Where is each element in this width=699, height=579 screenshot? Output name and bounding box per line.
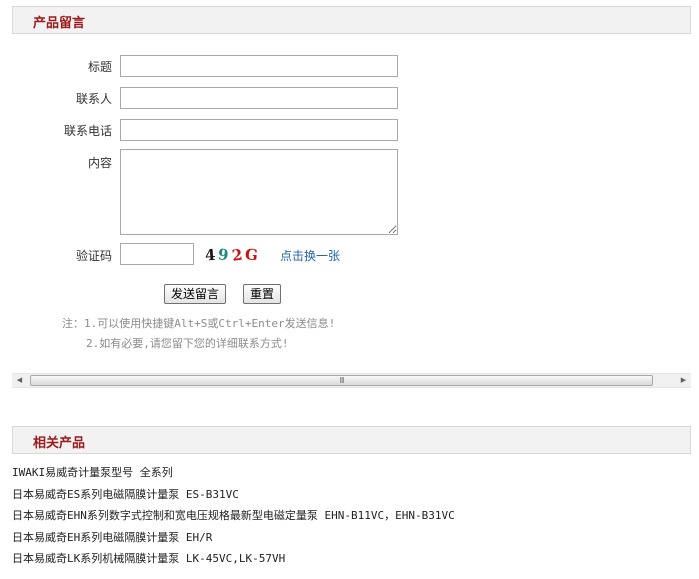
- phone-input[interactable]: [120, 119, 398, 141]
- subject-label: 标题: [87, 60, 112, 74]
- scrollbar-thumb[interactable]: III: [30, 375, 653, 386]
- content-textarea[interactable]: [120, 149, 398, 235]
- related-product-item[interactable]: 日本易威奇LK系列机械隔膜计量泵 LK-45VC,LK-57VH: [12, 548, 455, 570]
- related-product-item[interactable]: 日本易威奇EH系列电磁隔膜计量泵 EH/R: [12, 527, 455, 549]
- captcha-char: G: [244, 245, 262, 265]
- shortcut-note: 注：1.可以使用快捷键Alt+S或Ctrl+Enter发送信息!: [62, 317, 336, 330]
- message-panel-header: 产品留言: [12, 6, 691, 34]
- subject-input[interactable]: [120, 55, 398, 77]
- captcha-label: 验证码: [75, 249, 112, 263]
- contact-label: 联系人: [75, 92, 112, 106]
- related-product-list: IWAKI易威奇计量泵型号 全系列 日本易威奇ES系列电磁隔膜计量泵 ES-B3…: [12, 462, 455, 570]
- related-panel-title: 相关产品: [33, 436, 86, 451]
- related-product-item[interactable]: IWAKI易威奇计量泵型号 全系列: [12, 462, 455, 484]
- submit-message-button[interactable]: 发送留言: [164, 284, 227, 304]
- reset-button[interactable]: 重置: [243, 284, 282, 304]
- related-product-item[interactable]: 日本易威奇EHN系列数字式控制和宽电压规格最新型电磁定量泵 EHN-B11VC，…: [12, 505, 455, 527]
- scrollbar-grip-icon: III: [339, 376, 344, 385]
- captcha-input[interactable]: [120, 243, 194, 265]
- phone-label: 联系电话: [63, 124, 112, 138]
- scroll-left-icon[interactable]: ◀: [12, 374, 27, 387]
- content-label: 内容: [87, 156, 112, 170]
- contact-input[interactable]: [120, 87, 398, 109]
- captcha-refresh-link[interactable]: 点击换一张: [280, 247, 340, 264]
- contact-note: 2.如有必要,请您留下您的详细联系方式!: [86, 337, 289, 350]
- scroll-right-icon[interactable]: ▶: [676, 374, 691, 387]
- related-product-item[interactable]: 日本易威奇ES系列电磁隔膜计量泵 ES-B31VC: [12, 484, 455, 506]
- message-panel-title: 产品留言: [33, 16, 86, 31]
- captcha-image[interactable]: 492G: [204, 245, 262, 265]
- related-panel-header: 相关产品: [12, 426, 691, 454]
- horizontal-scrollbar[interactable]: ◀ III ▶: [12, 373, 691, 388]
